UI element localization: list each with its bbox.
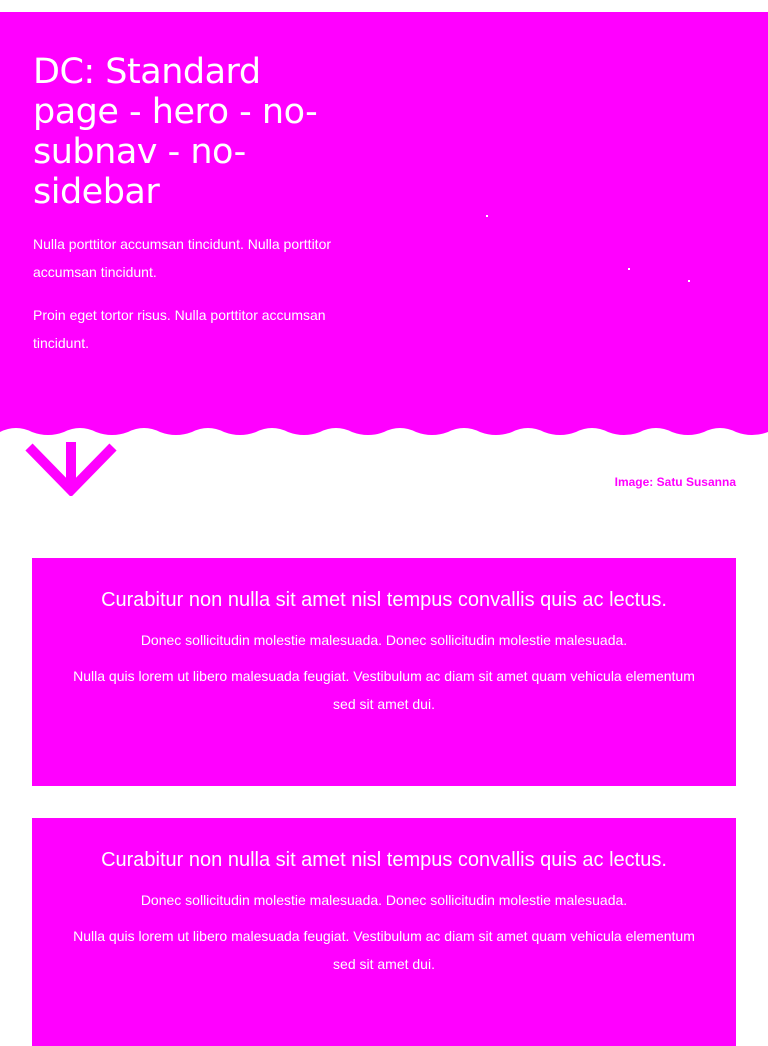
image-speck	[486, 215, 488, 217]
hero-banner: DC: Standard page - hero - no-subnav - n…	[0, 12, 768, 422]
wave-divider	[0, 418, 768, 435]
image-speck	[688, 280, 690, 282]
content-card: Curabitur non nulla sit amet nisl tempus…	[32, 818, 736, 1046]
image-speck	[628, 268, 630, 270]
card-paragraph: Donec sollicitudin molestie malesuada. D…	[140, 632, 628, 648]
card-paragraph: Nulla quis lorem ut libero malesuada feu…	[73, 928, 695, 972]
card-paragraph: Nulla quis lorem ut libero malesuada feu…	[73, 668, 695, 712]
content-card: Curabitur non nulla sit amet nisl tempus…	[32, 558, 736, 786]
hero-paragraph: Nulla porttitor accumsan tincidunt. Null…	[33, 236, 332, 280]
card-paragraph: Donec sollicitudin molestie malesuada. D…	[140, 892, 628, 908]
image-credit: Image: Satu Susanna	[614, 475, 736, 489]
hero-paragraph: Proin eget tortor risus. Nulla porttitor…	[33, 307, 326, 351]
scroll-down-arrow-icon[interactable]	[24, 440, 120, 496]
page-title: DC: Standard page - hero - no-subnav - n…	[33, 52, 318, 212]
card-title: Curabitur non nulla sit amet nisl tempus…	[101, 589, 667, 611]
card-title: Curabitur non nulla sit amet nisl tempus…	[101, 849, 667, 871]
